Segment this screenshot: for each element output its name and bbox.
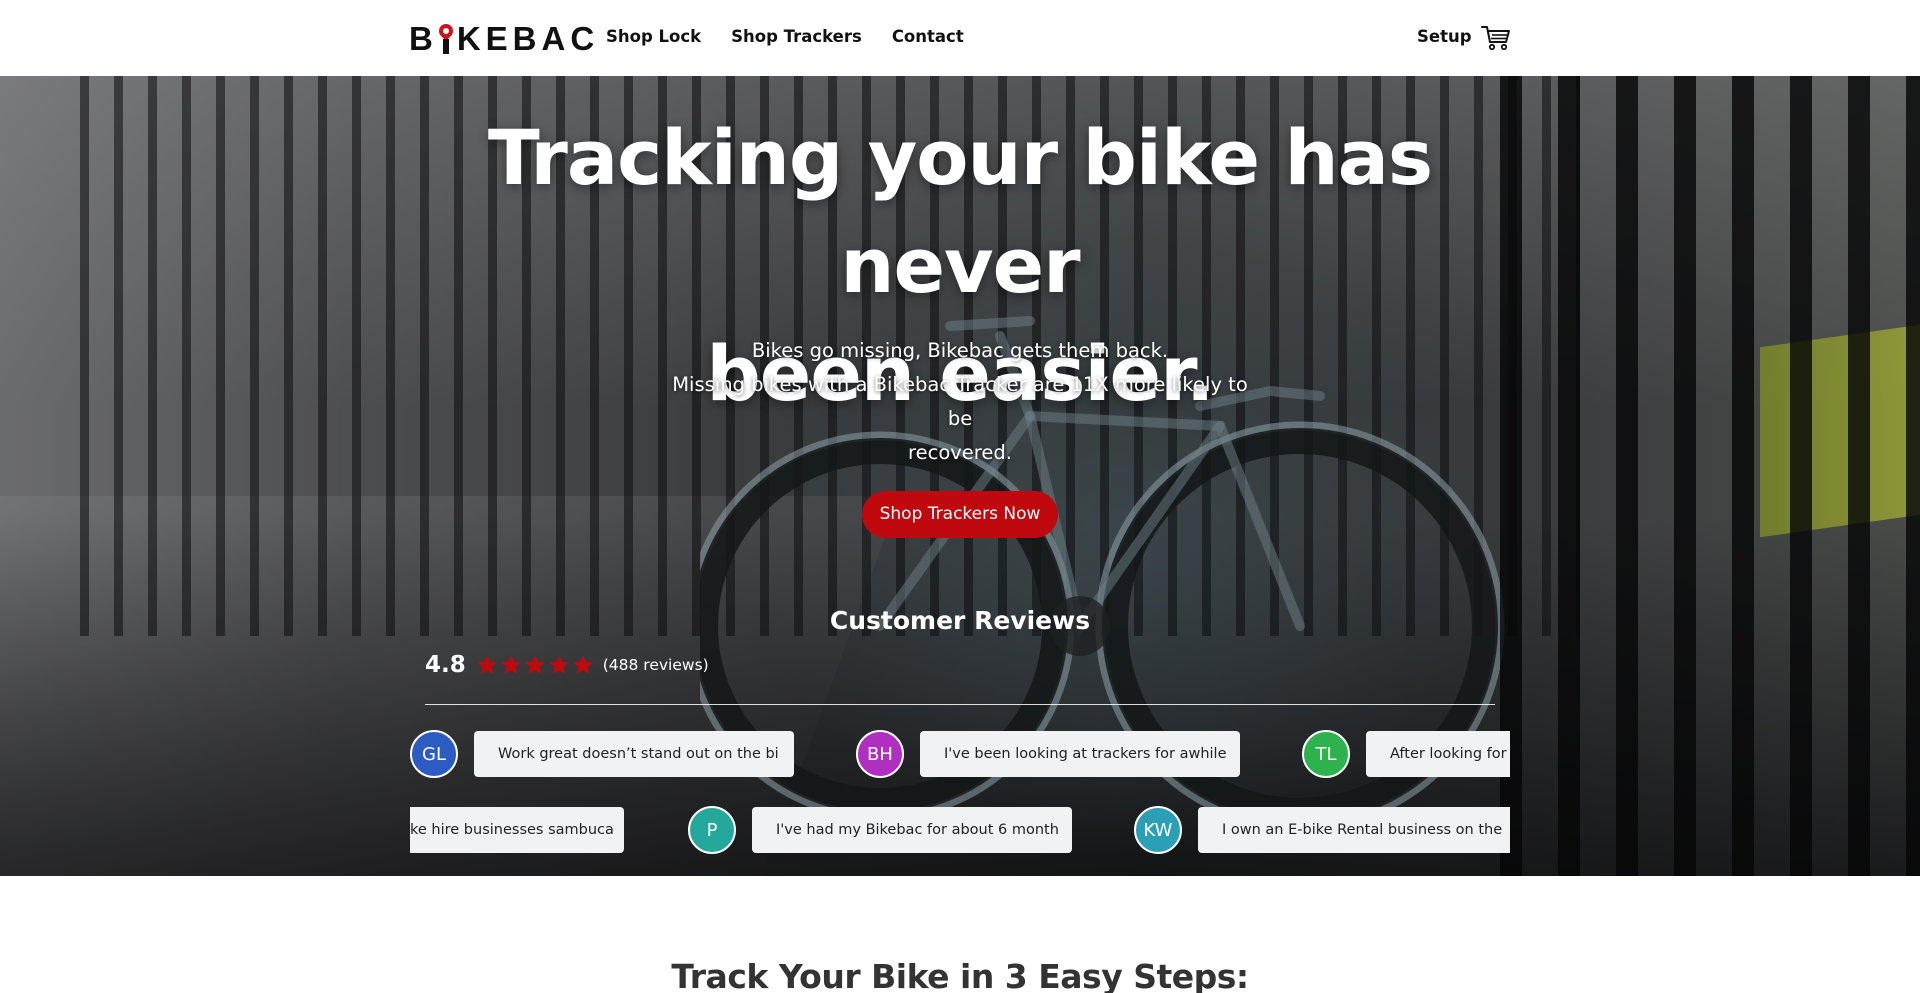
- review-text: I've had my Bikebac for about 6 month: [752, 807, 1072, 853]
- reviews-carousel-row-2[interactable]: ke hire businesses sambuca P I've had my B…: [410, 805, 1510, 855]
- reviewer-avatar: BH: [856, 730, 904, 778]
- nav-shop-lock[interactable]: Shop Lock: [606, 27, 701, 46]
- rating-stars: [476, 654, 594, 676]
- star-icon: [525, 655, 545, 674]
- hero-sub-line2: Missing bikes with a Bikebac Tracker are…: [672, 373, 1248, 430]
- review-text: Work great doesn’t stand out on the bi: [474, 731, 794, 777]
- reviewer-avatar: TL: [1302, 730, 1350, 778]
- review-text: ke hire businesses sambuca: [410, 807, 624, 853]
- shopping-cart-icon[interactable]: [1481, 24, 1511, 52]
- hero-fence-foreground: [1500, 76, 1920, 876]
- site-header: B KEBAC Shop Lock Shop Trackers Contact …: [0, 0, 1920, 76]
- review-card[interactable]: BH I've been looking at trackers for awhi…: [856, 729, 1240, 779]
- rating-summary: 4.8 (488 reviews): [425, 652, 709, 678]
- rating-score: 4.8: [425, 652, 466, 678]
- review-text: I own an E-bike Rental business on the: [1198, 807, 1510, 853]
- location-pin-icon: [435, 20, 456, 54]
- star-icon: [573, 655, 593, 674]
- reviews-carousel-row-1[interactable]: GL Work great doesn’t stand out on the bi…: [410, 729, 1510, 779]
- shop-trackers-now-button[interactable]: Shop Trackers Now: [862, 491, 1058, 538]
- nav-shop-trackers[interactable]: Shop Trackers: [731, 27, 862, 46]
- customer-reviews-title: Customer Reviews: [829, 606, 1091, 635]
- hero-subtitle: Bikes go missing, Bikebac gets them back…: [660, 334, 1260, 470]
- steps-section-title: Track Your Bike in 3 Easy Steps:: [671, 957, 1249, 993]
- review-card[interactable]: KW I own an E-bike Rental business on the: [1134, 805, 1510, 855]
- reviewer-avatar: KW: [1134, 806, 1182, 854]
- hero-sub-line1: Bikes go missing, Bikebac gets them back…: [751, 339, 1169, 362]
- logo-letter-b: B: [409, 20, 438, 57]
- reviews-divider: [425, 704, 1495, 705]
- reviewer-avatar: GL: [410, 730, 458, 778]
- star-icon: [501, 655, 521, 674]
- bikebac-logo[interactable]: B KEBAC: [409, 20, 600, 57]
- review-count[interactable]: (488 reviews): [603, 656, 709, 674]
- review-text: After looking for s: [1366, 731, 1510, 777]
- reviewer-avatar: P: [688, 806, 736, 854]
- nav-setup[interactable]: Setup: [1417, 27, 1472, 46]
- nav-contact[interactable]: Contact: [892, 27, 964, 46]
- hero-sub-line3: recovered.: [908, 441, 1012, 464]
- star-icon: [477, 655, 497, 674]
- star-icon: [549, 655, 569, 674]
- review-card[interactable]: GL Work great doesn’t stand out on the bi: [410, 729, 794, 779]
- review-text: I've been looking at trackers for awhile: [920, 731, 1240, 777]
- hero-title-line1: Tracking your bike has never: [487, 113, 1433, 310]
- review-card[interactable]: TL After looking for s: [1302, 729, 1510, 779]
- review-card[interactable]: P I've had my Bikebac for about 6 month: [688, 805, 1072, 855]
- logo-text: KEBAC: [456, 20, 600, 57]
- main-nav: Shop Lock Shop Trackers Contact: [606, 27, 964, 46]
- review-card[interactable]: ke hire businesses sambuca: [410, 805, 624, 855]
